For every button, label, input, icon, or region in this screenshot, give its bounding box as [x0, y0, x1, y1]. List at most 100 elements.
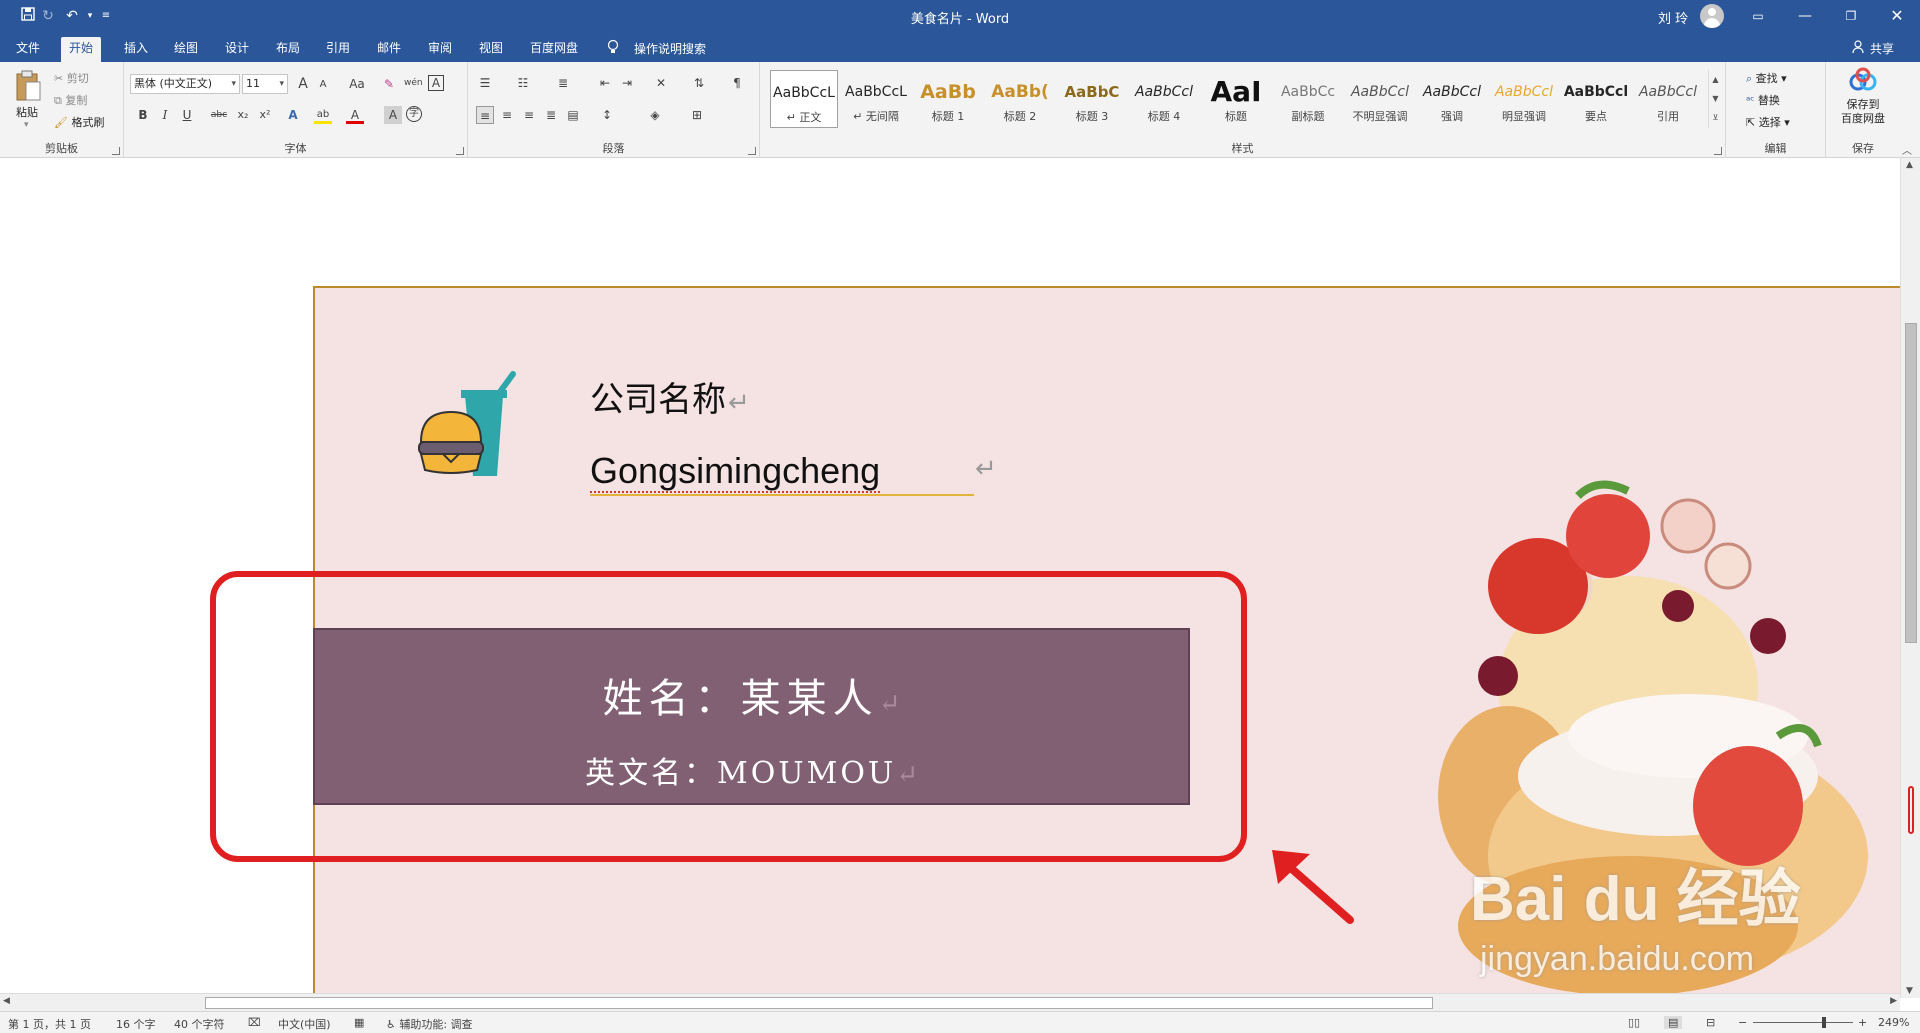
- tab-draw[interactable]: 绘图: [166, 37, 206, 62]
- styles-gallery-scroller[interactable]: ▲ ▼ ⊻: [1708, 70, 1722, 128]
- page-count[interactable]: 第 1 页，共 1 页: [8, 1016, 91, 1032]
- style-intense-emphasis[interactable]: AaBbCcl 明显强调: [1490, 70, 1558, 128]
- superscript-icon[interactable]: x²: [256, 106, 274, 124]
- company-pinyin[interactable]: Gongsimingcheng: [590, 450, 881, 493]
- increase-indent-icon[interactable]: ⇥: [618, 74, 636, 92]
- vertical-scroll-thumb[interactable]: [1905, 323, 1917, 643]
- style-quote[interactable]: AaBbCcl 引用: [1634, 70, 1702, 128]
- highlight-icon[interactable]: ab: [314, 106, 332, 124]
- more-styles-icon[interactable]: ⊻: [1709, 108, 1722, 127]
- style-normal[interactable]: AaBbCcL ↵ 正文: [770, 70, 838, 128]
- style-heading-1[interactable]: AaBb 标题 1: [914, 70, 982, 128]
- tell-me-search[interactable]: 操作说明搜索: [634, 40, 706, 57]
- style-no-spacing[interactable]: AaBbCcL ↵ 无间隔: [842, 70, 910, 128]
- align-right-icon[interactable]: ≡: [520, 106, 538, 124]
- scroll-left-icon[interactable]: ◀: [3, 996, 10, 1006]
- text-effects-icon[interactable]: A: [284, 106, 302, 124]
- format-painter-button[interactable]: 🖌 格式刷: [54, 114, 104, 130]
- minimize-icon[interactable]: —: [1782, 0, 1828, 32]
- style-heading-4[interactable]: AaBbCcl 标题 4: [1130, 70, 1198, 128]
- close-icon[interactable]: ✕: [1874, 0, 1920, 32]
- dialog-launcher-icon[interactable]: [1714, 147, 1722, 155]
- language-status[interactable]: 中文(中国): [278, 1016, 331, 1032]
- zoom-slider-track[interactable]: [1753, 1022, 1853, 1023]
- cut-button[interactable]: ✂ 剪切: [54, 70, 89, 86]
- tab-file[interactable]: 文件: [8, 37, 48, 62]
- word-count[interactable]: 16 个字: [116, 1016, 156, 1032]
- chinese-layout-icon[interactable]: ✕: [652, 74, 670, 92]
- enclose-characters-icon[interactable]: 字: [406, 106, 422, 122]
- zoom-out-button[interactable]: −: [1738, 1016, 1747, 1029]
- paste-icon[interactable]: [14, 70, 44, 102]
- style-heading-3[interactable]: AaBbC 标题 3: [1058, 70, 1126, 128]
- chevron-down-icon[interactable]: ▼: [1709, 89, 1722, 108]
- borders-icon[interactable]: ⊞: [688, 106, 706, 124]
- macro-icon[interactable]: ▦: [354, 1016, 364, 1029]
- clear-formatting-icon[interactable]: ✎: [380, 75, 398, 93]
- phonetic-guide-icon[interactable]: wén: [404, 74, 423, 92]
- underline-icon[interactable]: U: [178, 106, 196, 124]
- align-left-icon[interactable]: ≡: [476, 106, 494, 124]
- horizontal-scrollbar[interactable]: ◀ ▶: [0, 993, 1900, 1011]
- numbering-icon[interactable]: ☷: [514, 74, 532, 92]
- ribbon-display-options-icon[interactable]: ▭: [1735, 0, 1781, 32]
- tab-home[interactable]: 开始: [61, 37, 102, 62]
- tab-review[interactable]: 审阅: [420, 37, 460, 62]
- chevron-up-icon[interactable]: ▲: [1709, 70, 1722, 89]
- scroll-up-icon[interactable]: ▲: [1906, 160, 1913, 170]
- proofing-icon[interactable]: ⌧: [248, 1016, 261, 1029]
- read-mode-icon[interactable]: ▯▯: [1628, 1016, 1640, 1029]
- font-color-icon[interactable]: A: [346, 106, 364, 124]
- grow-font-icon[interactable]: A: [294, 75, 312, 93]
- shading-icon[interactable]: ◈: [646, 106, 664, 124]
- dialog-launcher-icon[interactable]: [748, 147, 756, 155]
- print-layout-icon[interactable]: ▤: [1664, 1016, 1683, 1029]
- tab-design[interactable]: 设计: [217, 37, 257, 62]
- show-marks-icon[interactable]: ¶: [728, 74, 746, 92]
- sort-icon[interactable]: ⇅: [690, 74, 708, 92]
- find-button[interactable]: ⌕ 查找 ▾: [1746, 70, 1787, 86]
- zoom-level[interactable]: 249%: [1878, 1016, 1909, 1029]
- decrease-indent-icon[interactable]: ⇤: [596, 74, 614, 92]
- font-size-combo[interactable]: 11: [242, 74, 288, 94]
- tab-insert[interactable]: 插入: [116, 37, 156, 62]
- vertical-scrollbar[interactable]: ▲ ▼: [1900, 158, 1920, 998]
- shrink-font-icon[interactable]: A: [314, 76, 332, 94]
- tab-baidu-netdisk[interactable]: 百度网盘: [522, 37, 586, 62]
- tab-layout[interactable]: 布局: [268, 37, 308, 62]
- dialog-launcher-icon[interactable]: [456, 147, 464, 155]
- style-strong[interactable]: AaBbCcl 要点: [1562, 70, 1630, 128]
- horizontal-scroll-thumb[interactable]: [205, 997, 1433, 1009]
- zoom-slider-thumb[interactable]: [1822, 1017, 1826, 1028]
- strikethrough-icon[interactable]: abc: [208, 106, 230, 124]
- replace-button[interactable]: ᵃᶜ 替换: [1746, 92, 1780, 108]
- bold-icon[interactable]: B: [134, 106, 152, 124]
- change-case-icon[interactable]: Aa: [344, 75, 370, 93]
- user-avatar[interactable]: [1700, 4, 1724, 28]
- scroll-right-icon[interactable]: ▶: [1890, 996, 1897, 1006]
- multilevel-list-icon[interactable]: ≣: [554, 74, 572, 92]
- subscript-icon[interactable]: x₂: [234, 106, 252, 124]
- style-emphasis[interactable]: AaBbCcl 强调: [1418, 70, 1486, 128]
- document-canvas[interactable]: 公司名称↵ Gongsimingcheng ↵ 姓名：某某人↵ 英文名：MOUM…: [0, 158, 1900, 998]
- restore-icon[interactable]: ❐: [1828, 0, 1874, 32]
- select-button[interactable]: ⇱ 选择 ▾: [1746, 114, 1790, 130]
- character-shading-icon[interactable]: A: [384, 106, 402, 124]
- copy-button[interactable]: ⧉ 复制: [54, 92, 87, 108]
- accessibility-status[interactable]: ♿ 辅助功能: 调查: [386, 1016, 473, 1032]
- dialog-launcher-icon[interactable]: [112, 147, 120, 155]
- tab-view[interactable]: 视图: [471, 37, 511, 62]
- align-center-icon[interactable]: ≡: [498, 106, 516, 124]
- web-layout-icon[interactable]: ⊟: [1706, 1016, 1715, 1029]
- tab-references[interactable]: 引用: [318, 37, 358, 62]
- line-spacing-icon[interactable]: ↕: [598, 106, 616, 124]
- char-count[interactable]: 40 个字符: [174, 1016, 225, 1032]
- style-subtle-emphasis[interactable]: AaBbCcl 不明显强调: [1346, 70, 1414, 128]
- zoom-in-button[interactable]: +: [1858, 1016, 1867, 1029]
- baidu-netdisk-icon[interactable]: [1848, 66, 1878, 94]
- justify-icon[interactable]: ≣: [542, 106, 560, 124]
- distributed-icon[interactable]: ▤: [564, 106, 582, 124]
- collapse-ribbon-icon[interactable]: ︿: [1902, 142, 1912, 157]
- paste-button[interactable]: 粘贴: [16, 104, 38, 120]
- share-button[interactable]: 共享: [1870, 40, 1894, 57]
